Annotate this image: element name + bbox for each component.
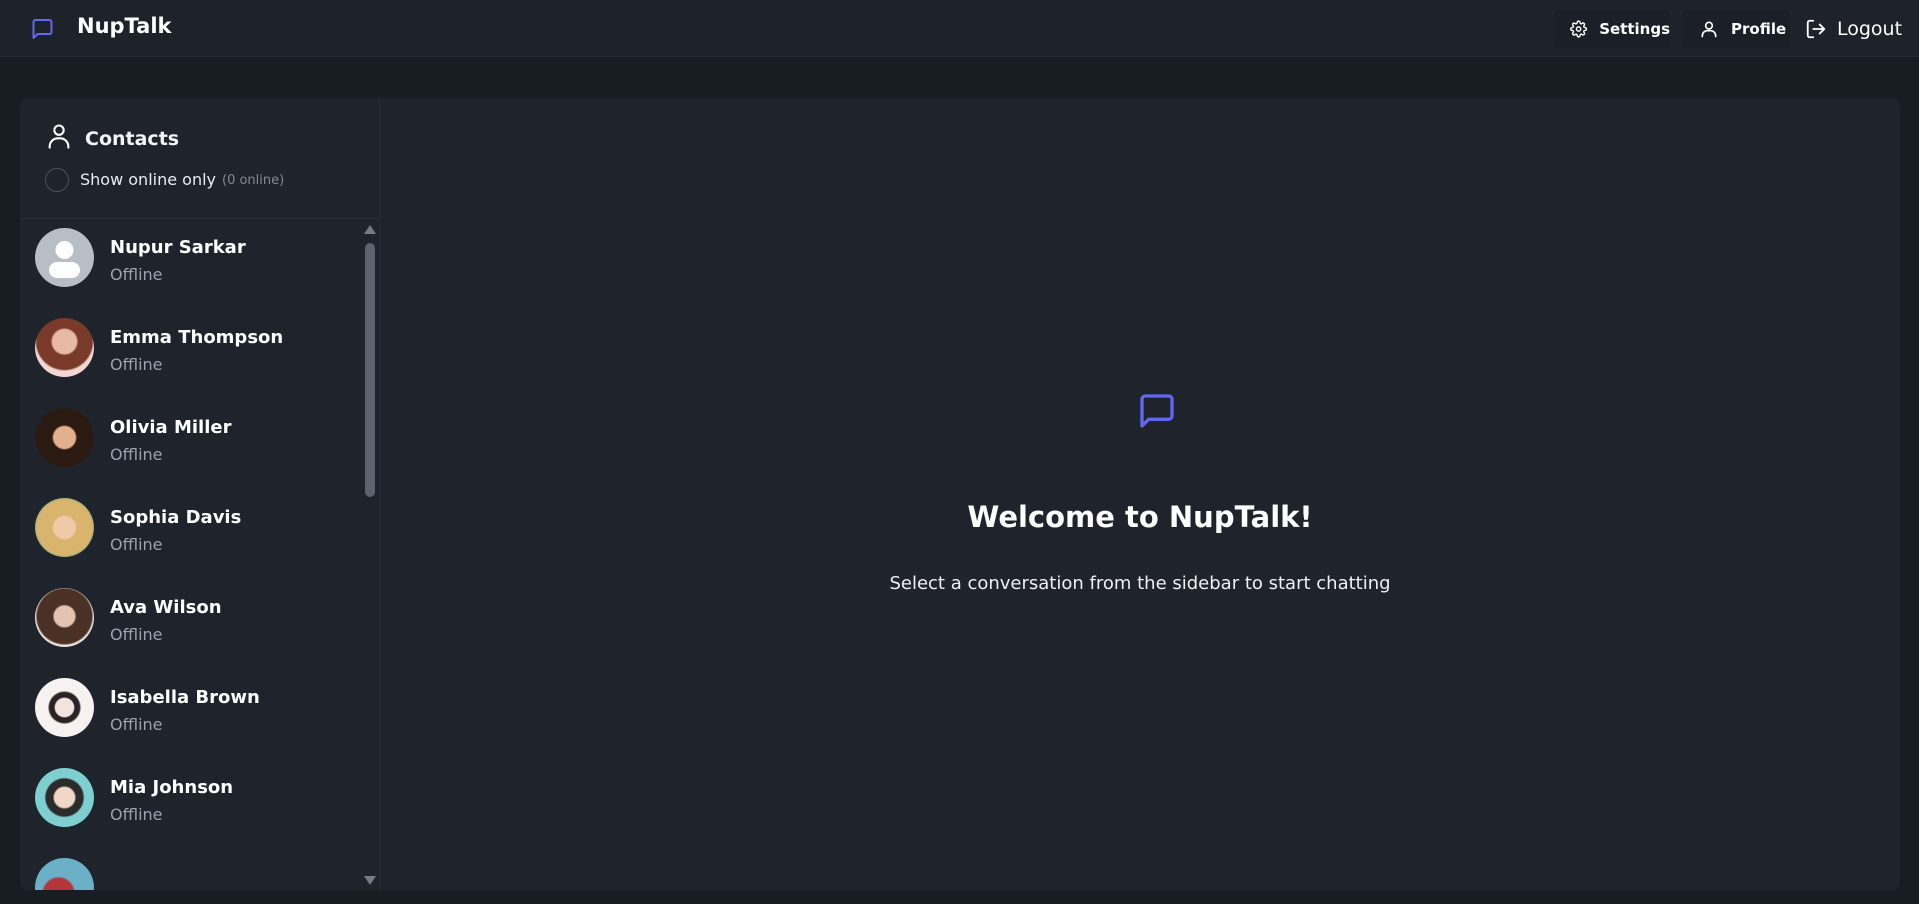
chat-bubble-icon (32, 19, 53, 39)
contact-item[interactable]: Ava Wilson Offline (20, 579, 360, 669)
contact-status: Offline (110, 445, 163, 464)
contact-status: Offline (110, 535, 163, 554)
settings-label: Settings (1599, 20, 1670, 38)
logout-label: Logout (1837, 18, 1903, 40)
default-avatar-icon (35, 228, 94, 287)
avatar (35, 588, 94, 647)
contact-name: Nupur Sarkar (110, 237, 246, 258)
profile-button[interactable]: Profile (1682, 10, 1790, 48)
contact-name: Emma Thompson (110, 327, 284, 348)
scroll-up-arrow[interactable] (364, 225, 376, 234)
contacts-title: Contacts (85, 128, 180, 150)
contact-item[interactable]: Emma Thompson Offline (20, 309, 360, 399)
avatar (35, 408, 94, 467)
contact-status: Offline (110, 805, 163, 824)
welcome-title: Welcome to NupTalk! (967, 500, 1313, 534)
scrollbar-thumb[interactable] (365, 243, 375, 497)
contact-status: Offline (110, 715, 163, 734)
contact-status: Offline (110, 625, 163, 644)
contact-status: Offline (110, 355, 163, 374)
contact-item[interactable]: Sophia Davis Offline (20, 489, 360, 579)
avatar (35, 498, 94, 557)
chat-container: Contacts Show online only (0 online) Nup… (20, 98, 1900, 890)
contacts-sidebar: Contacts Show online only (0 online) Nup… (20, 98, 380, 890)
contact-status: Offline (110, 265, 163, 284)
contact-item[interactable]: Olivia Miller Offline (20, 399, 360, 489)
contact-name: Sophia Davis (110, 507, 242, 528)
avatar (35, 858, 94, 890)
contact-item[interactable]: Isabella Brown Offline (20, 669, 360, 759)
logout-icon (1806, 19, 1826, 39)
gear-icon (1570, 20, 1588, 38)
welcome-panel: Welcome to NupTalk! Select a conversatio… (380, 98, 1900, 890)
top-navbar: NupTalk Settings Profile Logout (0, 0, 1919, 57)
app-name[interactable]: NupTalk (77, 14, 172, 38)
online-count: (0 online) (222, 173, 285, 188)
contact-name: Isabella Brown (110, 687, 260, 708)
welcome-subtitle: Select a conversation from the sidebar t… (889, 573, 1391, 594)
contact-name: Mia Johnson (110, 777, 234, 798)
scroll-down-arrow[interactable] (364, 876, 376, 885)
settings-button[interactable]: Settings (1554, 10, 1670, 48)
chat-bubble-icon (1140, 394, 1174, 428)
contact-item[interactable]: Nupur Sarkar Offline (20, 219, 360, 309)
contact-name: Olivia Miller (110, 417, 232, 438)
contact-list: Nupur Sarkar Offline Emma Thompson Offli… (20, 219, 360, 890)
online-only-label[interactable]: Show online only (80, 170, 216, 189)
avatar (35, 318, 94, 377)
online-only-checkbox[interactable] (45, 168, 69, 192)
avatar (35, 768, 94, 827)
profile-label: Profile (1731, 20, 1787, 38)
user-icon (1701, 21, 1717, 38)
contact-item[interactable]: Mia Johnson Offline (20, 759, 360, 849)
contact-item[interactable] (20, 849, 360, 890)
avatar (35, 678, 94, 737)
user-icon (48, 124, 70, 149)
contact-name: Ava Wilson (110, 597, 222, 618)
contacts-header: Contacts Show online only (0 online) (20, 98, 379, 219)
logout-button[interactable]: Logout (1801, 10, 1906, 48)
